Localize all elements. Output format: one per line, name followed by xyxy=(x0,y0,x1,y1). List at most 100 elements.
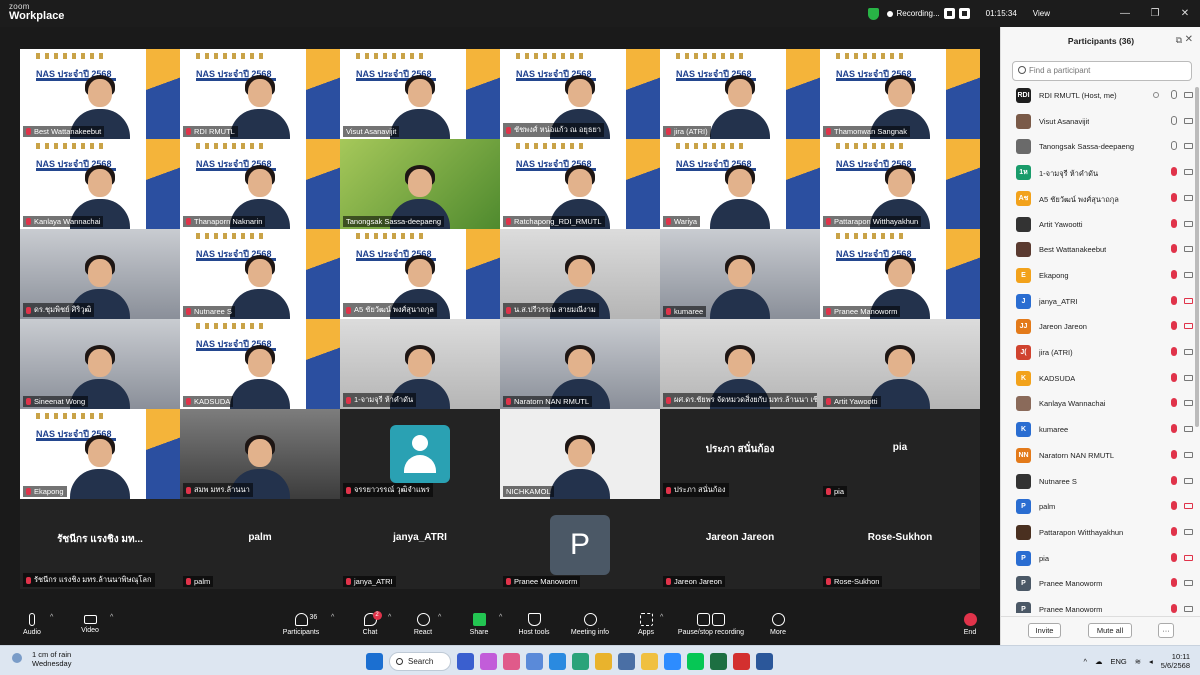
participant-row[interactable]: Pattarapon Witthayakhun xyxy=(1001,520,1200,545)
video-tile[interactable]: รัชนีกร แรงชิง มท... รัชนีกร แรงชิง มทร.ล… xyxy=(20,499,180,589)
camera-icon[interactable] xyxy=(1184,426,1193,433)
video-tile[interactable]: NAS ประจำปี 2568 RDI RMUTL xyxy=(180,49,340,139)
camera-icon[interactable] xyxy=(1184,271,1193,278)
audio-options-icon[interactable]: ^ xyxy=(50,614,53,621)
camera-icon[interactable] xyxy=(1184,451,1193,458)
video-tile[interactable]: NAS ประจำปี 2568 Thanaporn Naknarin xyxy=(180,139,340,229)
video-tile[interactable]: Tanongsak Sassa-deepaeng xyxy=(340,139,500,229)
browser-icon[interactable] xyxy=(526,652,543,670)
camera-off-icon[interactable] xyxy=(1184,554,1193,561)
camera-icon[interactable] xyxy=(1184,220,1193,227)
muted-mic-icon[interactable] xyxy=(1171,526,1177,536)
muted-mic-icon[interactable] xyxy=(1171,449,1177,459)
end-button[interactable]: End xyxy=(935,613,1005,636)
view-button[interactable]: View xyxy=(1033,9,1050,18)
notepad-icon[interactable] xyxy=(618,652,635,670)
participants-options-icon[interactable]: ^ xyxy=(331,614,334,621)
windows-start-icon[interactable] xyxy=(366,652,383,670)
video-tile[interactable]: NICHKAMOL xyxy=(500,409,660,499)
participant-row[interactable]: P Pranee Manoworm xyxy=(1001,597,1200,613)
camera-icon[interactable] xyxy=(1184,400,1193,407)
pause-recording-icon[interactable] xyxy=(943,8,955,19)
taskbar-search[interactable]: Search xyxy=(389,651,451,671)
microphone-icon[interactable] xyxy=(1171,115,1177,125)
muted-mic-icon[interactable] xyxy=(1171,372,1177,382)
muted-mic-icon[interactable] xyxy=(1171,192,1177,202)
muted-mic-icon[interactable] xyxy=(1171,269,1177,279)
camera-icon[interactable] xyxy=(1184,246,1193,253)
video-tile[interactable]: NAS ประจำปี 2568 Best Wattanakeebut xyxy=(20,49,180,139)
participant-row[interactable]: K kumaree xyxy=(1001,417,1200,442)
muted-mic-icon[interactable] xyxy=(1171,501,1177,511)
microphone-icon[interactable] xyxy=(1171,141,1177,151)
camera-icon[interactable] xyxy=(1184,349,1193,355)
muted-mic-icon[interactable] xyxy=(1171,552,1177,562)
camera-off-icon[interactable] xyxy=(1184,503,1193,510)
video-tile[interactable]: สมพ มทร.ล้านนา xyxy=(180,409,340,499)
video-tile[interactable]: janya_ATRI janya_ATRI xyxy=(340,499,500,589)
participants-button[interactable]: 36 Participants xyxy=(266,613,336,636)
video-tile[interactable]: palm palm xyxy=(180,499,340,589)
video-tile[interactable]: น.ส.ปรีวรรณ สายมณีงาม xyxy=(500,229,660,319)
video-tile[interactable]: ประภา สนั่นก้อง ประภา สนั่นก้อง xyxy=(660,409,820,499)
participant-scrollbar[interactable] xyxy=(1195,87,1199,427)
react-options-icon[interactable]: ^ xyxy=(438,614,441,621)
participant-row[interactable]: P palm xyxy=(1001,494,1200,519)
video-tile[interactable]: NAS ประจำปี 2568 KADSUDA xyxy=(180,319,340,409)
apps-options-icon[interactable]: ^ xyxy=(660,614,663,621)
copilot-icon[interactable] xyxy=(480,652,497,670)
participant-row[interactable]: K KADSUDA xyxy=(1001,366,1200,391)
clock[interactable]: 10:11 5/6/2568 xyxy=(1161,652,1190,670)
more-options-button[interactable]: ··· xyxy=(1158,623,1174,638)
file-explorer-icon[interactable] xyxy=(641,652,658,670)
participant-row[interactable]: Aช A5 ชัยวัฒน์ พงศ์สุนาถกุล xyxy=(1001,186,1200,211)
video-tile[interactable]: Rose-Sukhon Rose-Sukhon xyxy=(820,499,980,589)
participant-row[interactable]: Tanongsak Sassa-deepaeng xyxy=(1001,134,1200,159)
camera-icon[interactable] xyxy=(1184,580,1193,587)
widgets-icon[interactable] xyxy=(457,652,474,670)
video-tile[interactable]: NAS ประจำปี 2568 Thamonwan Sangnak xyxy=(820,49,980,139)
participant-row[interactable]: P Pranee Manoworm xyxy=(1001,571,1200,596)
muted-mic-icon[interactable] xyxy=(1171,321,1177,331)
participant-row[interactable]: Best Wattanakeebut xyxy=(1001,237,1200,262)
camera-icon[interactable] xyxy=(1184,528,1193,535)
video-tile[interactable]: NAS ประจำปี 2568 Visut Asanavijit xyxy=(340,49,500,139)
participant-row[interactable]: Kanlaya Wannachai xyxy=(1001,391,1200,416)
pause-stop-recording-button[interactable]: Pause/stop recording xyxy=(671,613,751,636)
video-tile[interactable]: NAS ประจำปี 2568 jira (ATRI) xyxy=(660,49,820,139)
camera-off-icon[interactable] xyxy=(1184,297,1193,304)
video-tile[interactable]: kumaree xyxy=(660,229,820,319)
camera-icon[interactable] xyxy=(1184,117,1193,124)
close-panel-icon[interactable]: ✕ xyxy=(1185,34,1193,45)
muted-mic-icon[interactable] xyxy=(1171,398,1177,408)
video-tile[interactable]: จรรยาวรรณ์ วุฒิจำแพร xyxy=(340,409,500,499)
pop-out-icon[interactable]: ⧉ xyxy=(1176,35,1182,46)
camera-icon[interactable] xyxy=(1184,194,1193,201)
muted-mic-icon[interactable] xyxy=(1171,167,1177,177)
microphone-icon[interactable] xyxy=(1171,90,1177,99)
camera-icon[interactable] xyxy=(1184,606,1193,612)
video-tile[interactable]: NAS ประจำปี 2568 Nutnaree S xyxy=(180,229,340,319)
maximize-icon[interactable]: ❐ xyxy=(1140,8,1170,19)
close-window-icon[interactable]: ✕ xyxy=(1170,8,1200,19)
word-icon[interactable] xyxy=(756,652,773,670)
muted-mic-icon[interactable] xyxy=(1171,424,1177,434)
video-tile[interactable]: ผศ.ดร.ชัยพร จัดหมวดสิ่งยกับ มทร.ล้านนา เ… xyxy=(660,319,820,409)
chrome-icon[interactable] xyxy=(595,652,612,670)
stop-recording-icon[interactable] xyxy=(958,8,970,19)
video-tile[interactable]: NAS ประจำปี 2568 A5 ชัยวัฒน์ พงศ์สุนาถกุล xyxy=(340,229,500,319)
onedrive-icon[interactable]: ☁ xyxy=(1095,657,1103,666)
tray-chevron-icon[interactable]: ^ xyxy=(1083,657,1087,666)
video-options-icon[interactable]: ^ xyxy=(110,614,113,621)
video-tile[interactable]: NAS ประจำปี 2568 Wariya xyxy=(660,139,820,229)
video-tile[interactable]: NAS ประจำปี 2568 Kanlaya Wannachai xyxy=(20,139,180,229)
participant-row[interactable]: J janya_ATRI xyxy=(1001,289,1200,314)
camera-icon[interactable] xyxy=(1184,143,1193,150)
participant-row[interactable]: P pia xyxy=(1001,546,1200,571)
edge-icon[interactable] xyxy=(572,652,589,670)
muted-mic-icon[interactable] xyxy=(1171,578,1177,588)
video-tile[interactable]: NAS ประจำปี 2568 Ratchapong_RDI_RMUTL xyxy=(500,139,660,229)
acrobat-icon[interactable] xyxy=(733,652,750,670)
camera-off-icon[interactable] xyxy=(1184,323,1193,330)
participant-row[interactable]: Nutnaree S xyxy=(1001,469,1200,494)
